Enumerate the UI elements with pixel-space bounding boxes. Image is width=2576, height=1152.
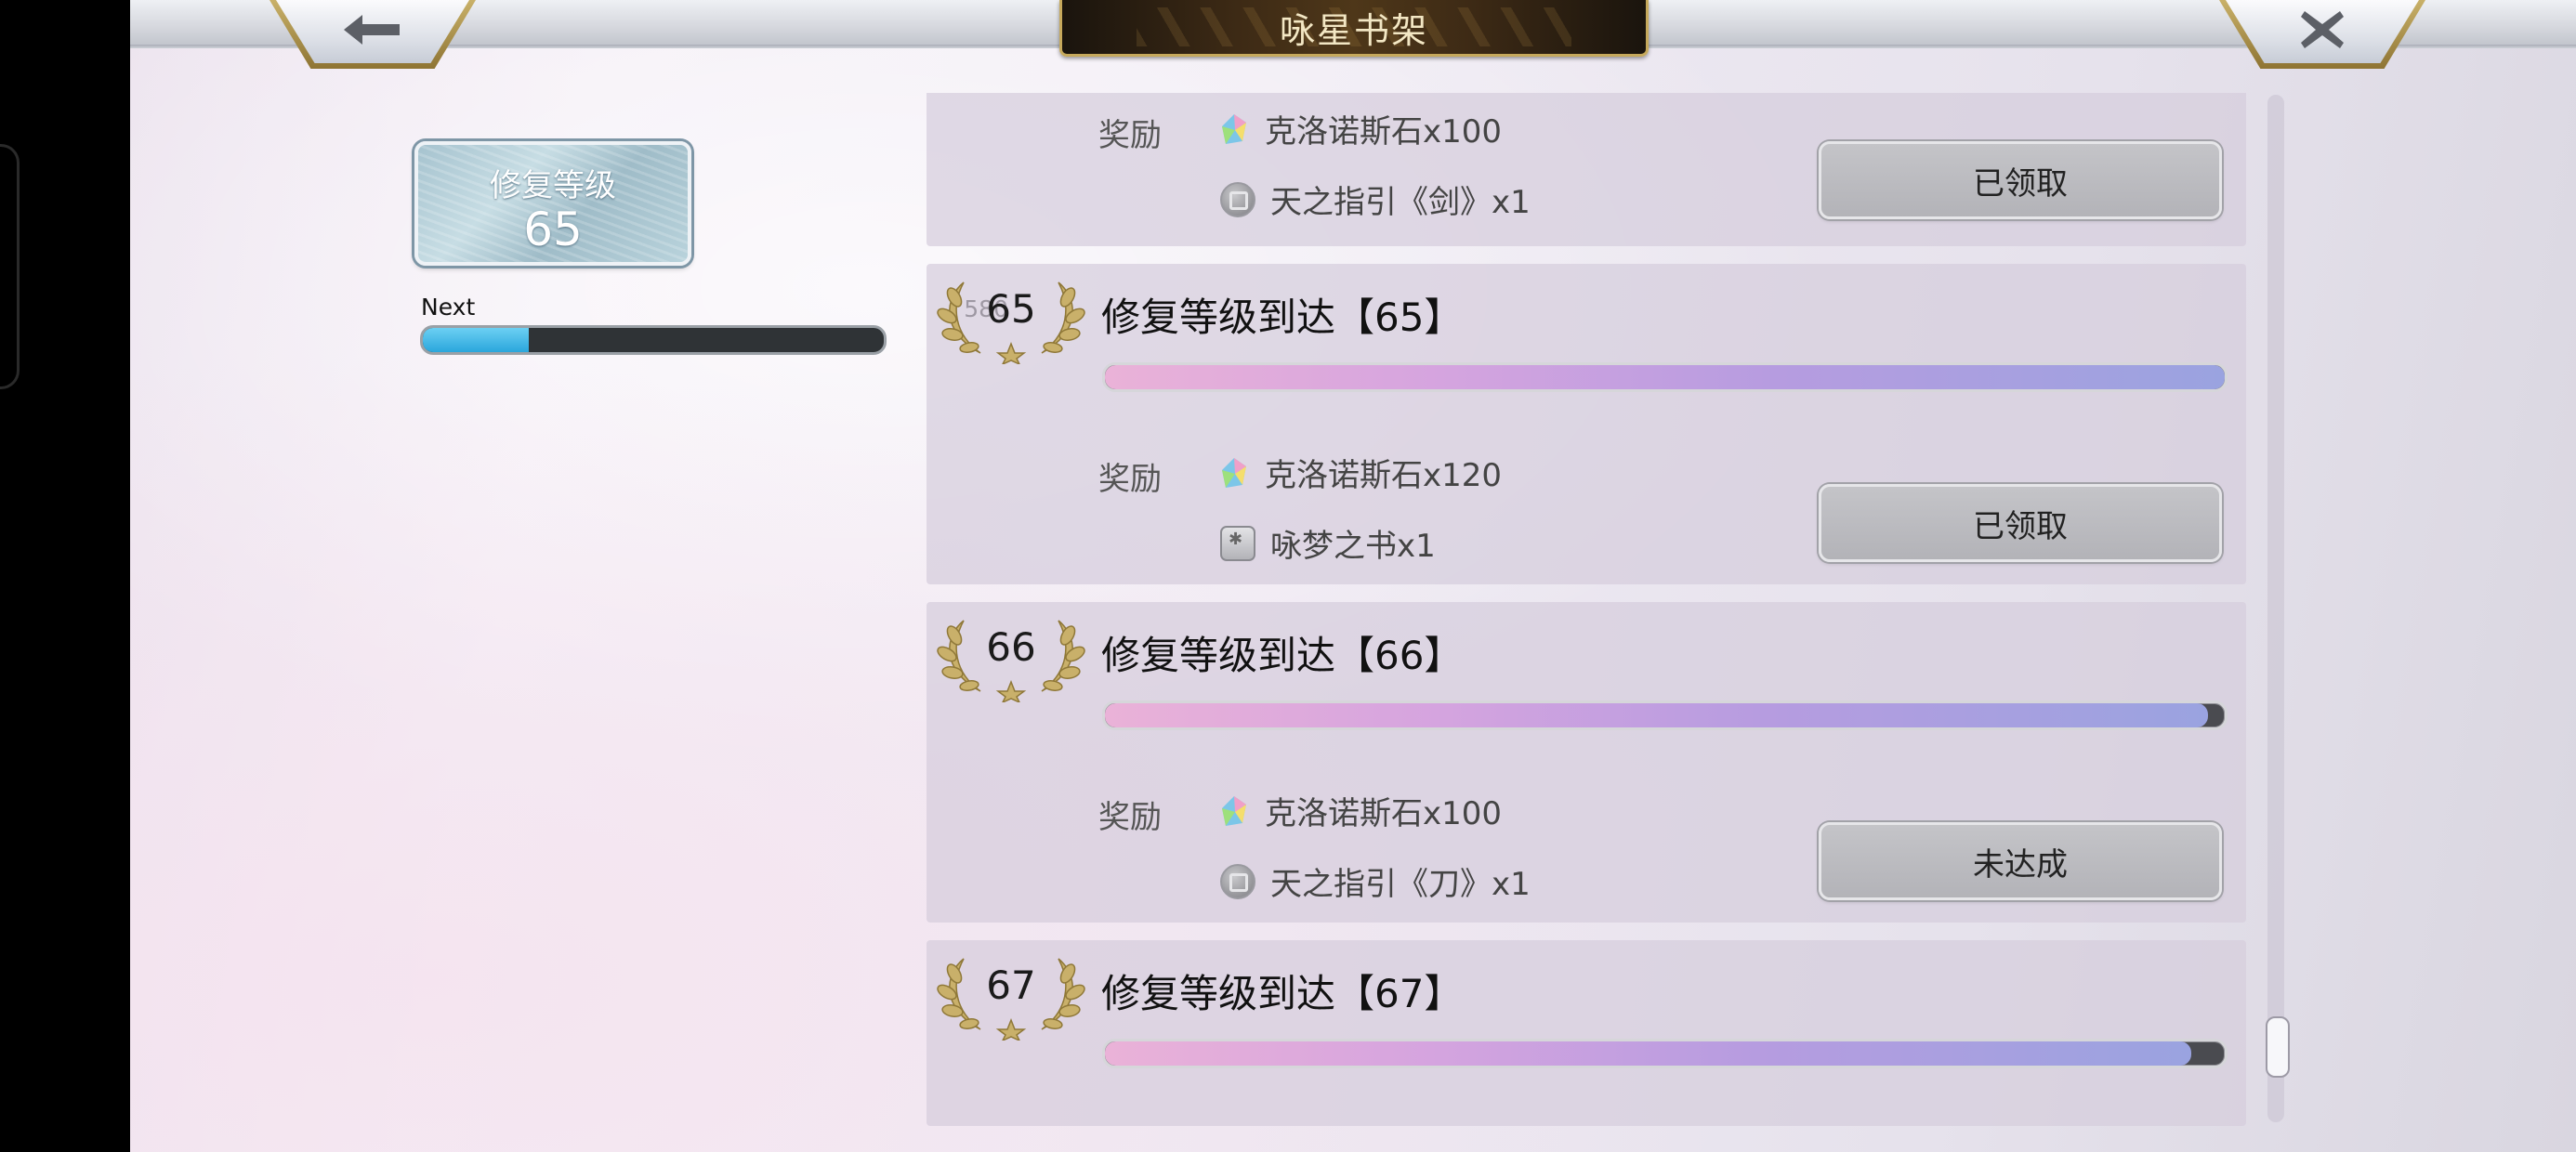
scrollbar-thumb[interactable]: [2266, 1016, 2290, 1078]
task-progress-fill: [1105, 1041, 2191, 1066]
scrollbar-track[interactable]: [2267, 95, 2284, 1122]
reward-item: 咏梦之书x1: [1220, 520, 1436, 566]
reward-item: 克洛诺斯石x120: [1220, 450, 1502, 495]
crystal-icon: [1222, 113, 1246, 144]
task-progress-bar: [1102, 362, 2228, 392]
exp-progress-bar: [420, 325, 887, 355]
reward-label: 奖励: [1098, 461, 1162, 498]
task-progress-fill: [1105, 365, 2225, 389]
guidance-coin-icon: [1220, 181, 1255, 217]
claim-status-button[interactable]: 未达成: [1819, 822, 2222, 900]
bookshelf-screen: 咏星书架 修复等级 65 Next 580 奖励 克洛诺斯石x100 天之指引《…: [130, 0, 2576, 1152]
task-progress-bar: [1102, 1039, 2228, 1068]
task-title: 修复等级到达【67】: [1101, 971, 1464, 1016]
task-list[interactable]: 奖励 克洛诺斯石x100 天之指引《剑》x1 已领取 65 修复等级到达【65】…: [927, 93, 2246, 1129]
task-progress-fill: [1105, 703, 2208, 727]
task-title: 修复等级到达【66】: [1101, 633, 1464, 678]
reward-text: 克洛诺斯石x120: [1265, 457, 1503, 494]
task-card: 66 修复等级到达【66】 奖励 克洛诺斯石x100 天之指引《刀》x1 未达成: [927, 602, 2246, 923]
claim-status-button[interactable]: 已领取: [1819, 141, 2222, 219]
back-button[interactable]: [269, 0, 476, 69]
reward-item: 天之指引《刀》x1: [1220, 858, 1531, 904]
close-x-icon: [2301, 11, 2344, 48]
claim-status-button[interactable]: 已领取: [1819, 484, 2222, 562]
reward-text: 克洛诺斯石x100: [1265, 795, 1503, 832]
task-card: 65 修复等级到达【65】 奖励 克洛诺斯石x120 咏梦之书x1 已领取: [927, 264, 2246, 584]
repair-level-value: 65: [523, 203, 583, 256]
task-title: 修复等级到达【65】: [1101, 295, 1464, 340]
close-button[interactable]: [2219, 0, 2425, 69]
task-progress-bar: [1102, 700, 2228, 730]
page-title-plate: 咏星书架: [1059, 0, 1649, 57]
reward-label: 奖励: [1098, 799, 1162, 836]
exp-progress-fill: [423, 328, 530, 352]
guidance-coin-icon: [1220, 863, 1255, 899]
task-card: 奖励 克洛诺斯石x100 天之指引《剑》x1 已领取: [927, 93, 2246, 246]
reward-item: 克洛诺斯石x100: [1220, 788, 1502, 833]
reward-text: 咏梦之书x1: [1270, 528, 1436, 565]
reward-item: 天之指引《剑》x1: [1220, 177, 1531, 222]
task-card: 67 修复等级到达【67】: [927, 940, 2246, 1126]
level-number: 65: [986, 286, 1036, 332]
reward-text: 天之指引《刀》x1: [1270, 866, 1531, 903]
dream-book-icon: [1220, 525, 1255, 561]
reward-item: 克洛诺斯石x100: [1220, 106, 1502, 151]
device-notch: [0, 144, 20, 389]
next-label: Next: [421, 294, 476, 321]
crystal-icon: [1222, 795, 1246, 826]
level-number: 66: [986, 624, 1036, 670]
page-title: 咏星书架: [1279, 9, 1428, 51]
repair-level-label: 修复等级: [490, 167, 616, 204]
arrow-left-icon: [344, 15, 400, 45]
reward-text: 天之指引《剑》x1: [1270, 184, 1531, 221]
level-number: 67: [986, 962, 1036, 1008]
crystal-icon: [1222, 457, 1246, 488]
repair-level-badge: 修复等级 65: [414, 141, 691, 266]
reward-label: 奖励: [1098, 117, 1162, 154]
reward-text: 克洛诺斯石x100: [1265, 113, 1503, 151]
